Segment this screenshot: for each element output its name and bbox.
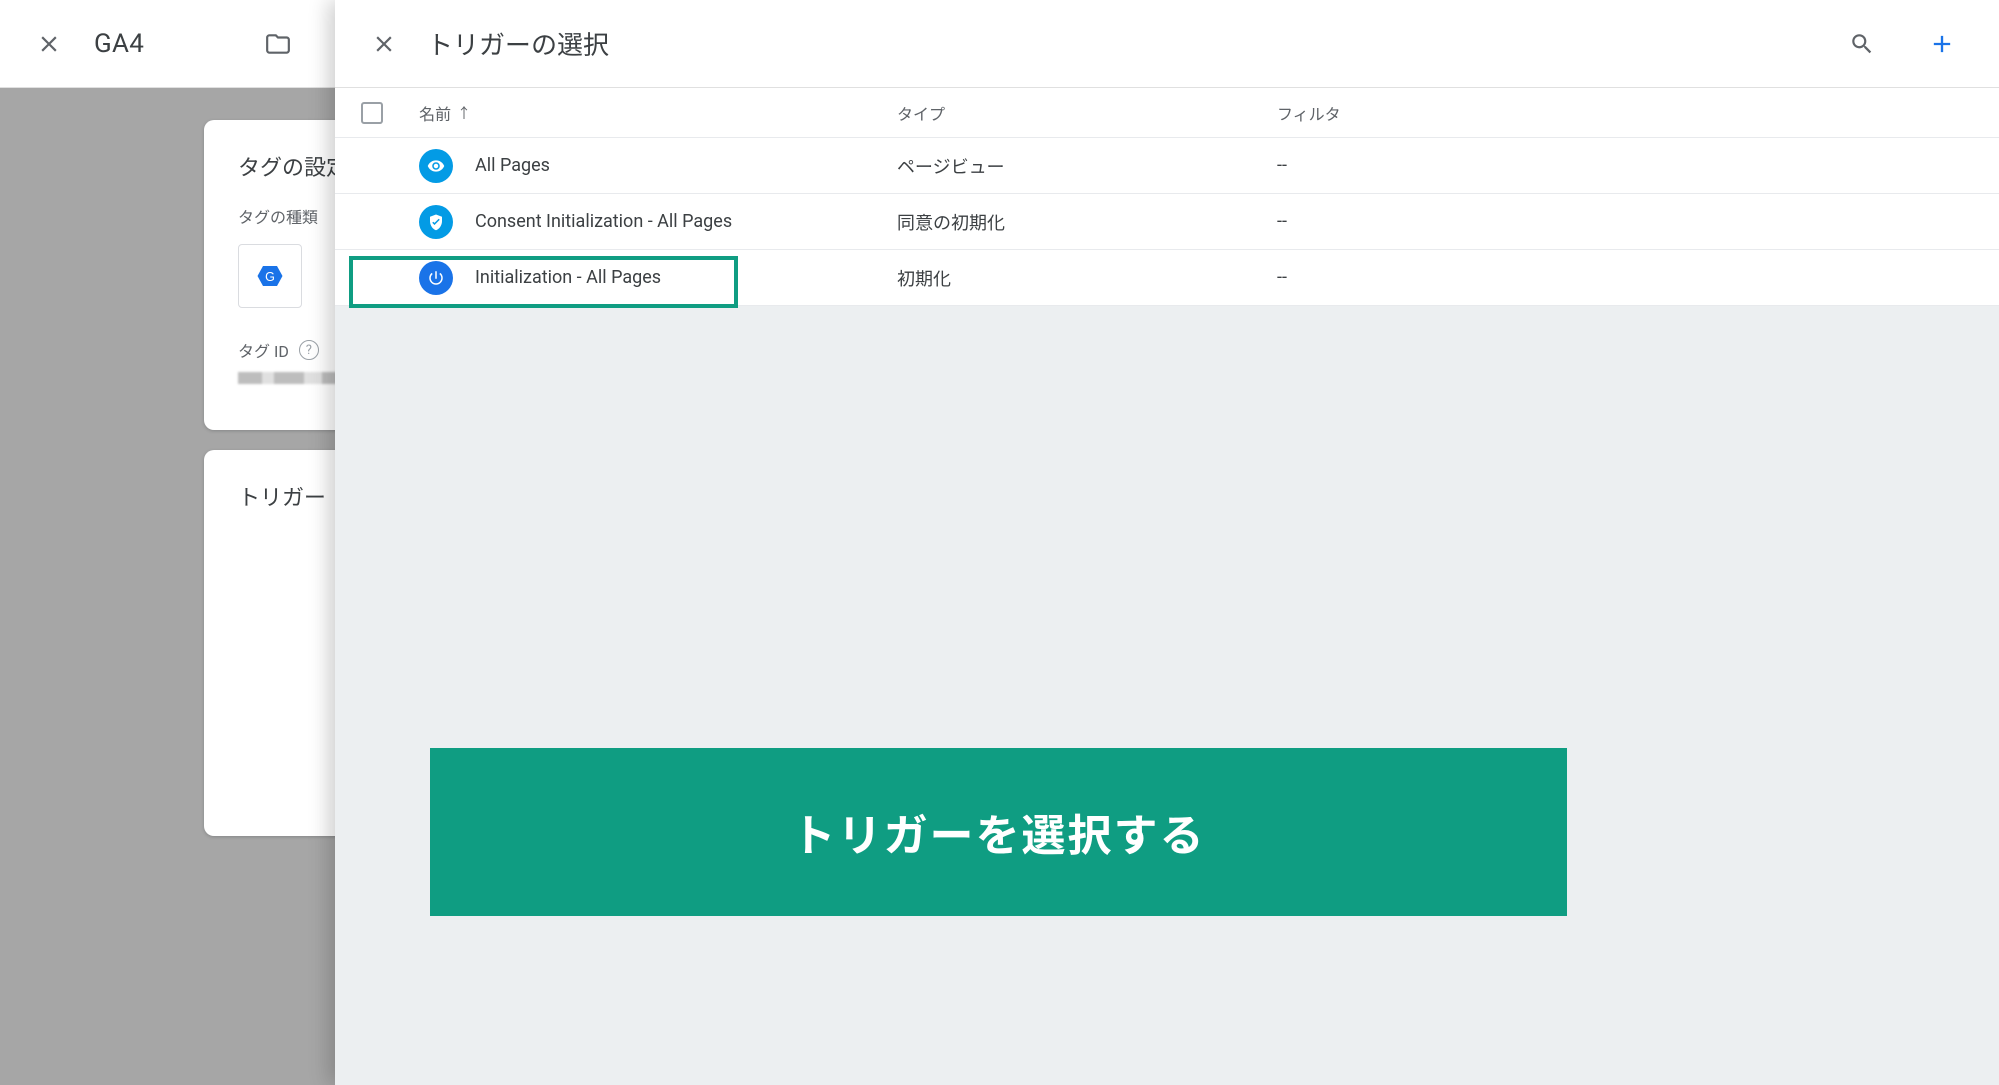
trigger-name: Initialization - All Pages bbox=[475, 267, 897, 288]
trigger-row[interactable]: Initialization - All Pages初期化-- bbox=[335, 250, 1999, 306]
power-icon bbox=[419, 261, 453, 295]
panel-close-icon[interactable] bbox=[369, 29, 399, 59]
folder-icon[interactable] bbox=[265, 31, 291, 57]
trigger-filter: -- bbox=[1277, 211, 1973, 232]
tag-name[interactable]: GA4 bbox=[94, 29, 144, 59]
table-header: 名前 ↑ タイプ フィルタ bbox=[335, 88, 1999, 138]
trigger-type: 初期化 bbox=[897, 265, 1277, 291]
svg-text:G: G bbox=[265, 270, 275, 284]
tag-id-label: タグ ID bbox=[238, 338, 289, 362]
panel-header: トリガーの選択 bbox=[335, 0, 1999, 88]
eye-icon bbox=[419, 149, 453, 183]
trigger-filter: -- bbox=[1277, 267, 1973, 288]
background-topbar: GA4 bbox=[0, 0, 335, 88]
trigger-row[interactable]: Consent Initialization - All Pages同意の初期化… bbox=[335, 194, 1999, 250]
trigger-type: 同意の初期化 bbox=[897, 209, 1277, 235]
search-icon[interactable] bbox=[1847, 29, 1877, 59]
google-tag-icon: G bbox=[238, 244, 302, 308]
trigger-filter: -- bbox=[1277, 155, 1973, 176]
help-icon[interactable]: ? bbox=[299, 340, 319, 360]
close-icon[interactable] bbox=[34, 29, 64, 59]
shield-icon bbox=[419, 205, 453, 239]
trigger-name: All Pages bbox=[475, 155, 897, 176]
annotation-banner: トリガーを選択する bbox=[430, 748, 1567, 916]
column-filter[interactable]: フィルタ bbox=[1277, 101, 1973, 125]
column-name[interactable]: 名前 ↑ bbox=[419, 101, 897, 125]
sort-asc-icon: ↑ bbox=[457, 103, 471, 123]
panel-title: トリガーの選択 bbox=[427, 25, 609, 62]
app-root: GA4 タグの設定 タグの種類 G タグ ID ? トリガー トリガーの選択 bbox=[0, 0, 1999, 1085]
trigger-rows: All Pagesページビュー--Consent Initialization … bbox=[335, 138, 1999, 306]
column-type[interactable]: タイプ bbox=[897, 101, 1277, 125]
trigger-name: Consent Initialization - All Pages bbox=[475, 211, 897, 232]
trigger-select-panel: トリガーの選択 名前 ↑ タイプ フィルタ All Pagesページビュー--C… bbox=[335, 0, 1999, 1085]
select-all-checkbox[interactable] bbox=[361, 102, 383, 124]
trigger-row[interactable]: All Pagesページビュー-- bbox=[335, 138, 1999, 194]
trigger-type: ページビュー bbox=[897, 153, 1277, 179]
panel-empty-area bbox=[335, 306, 1999, 1085]
add-icon[interactable] bbox=[1927, 29, 1957, 59]
